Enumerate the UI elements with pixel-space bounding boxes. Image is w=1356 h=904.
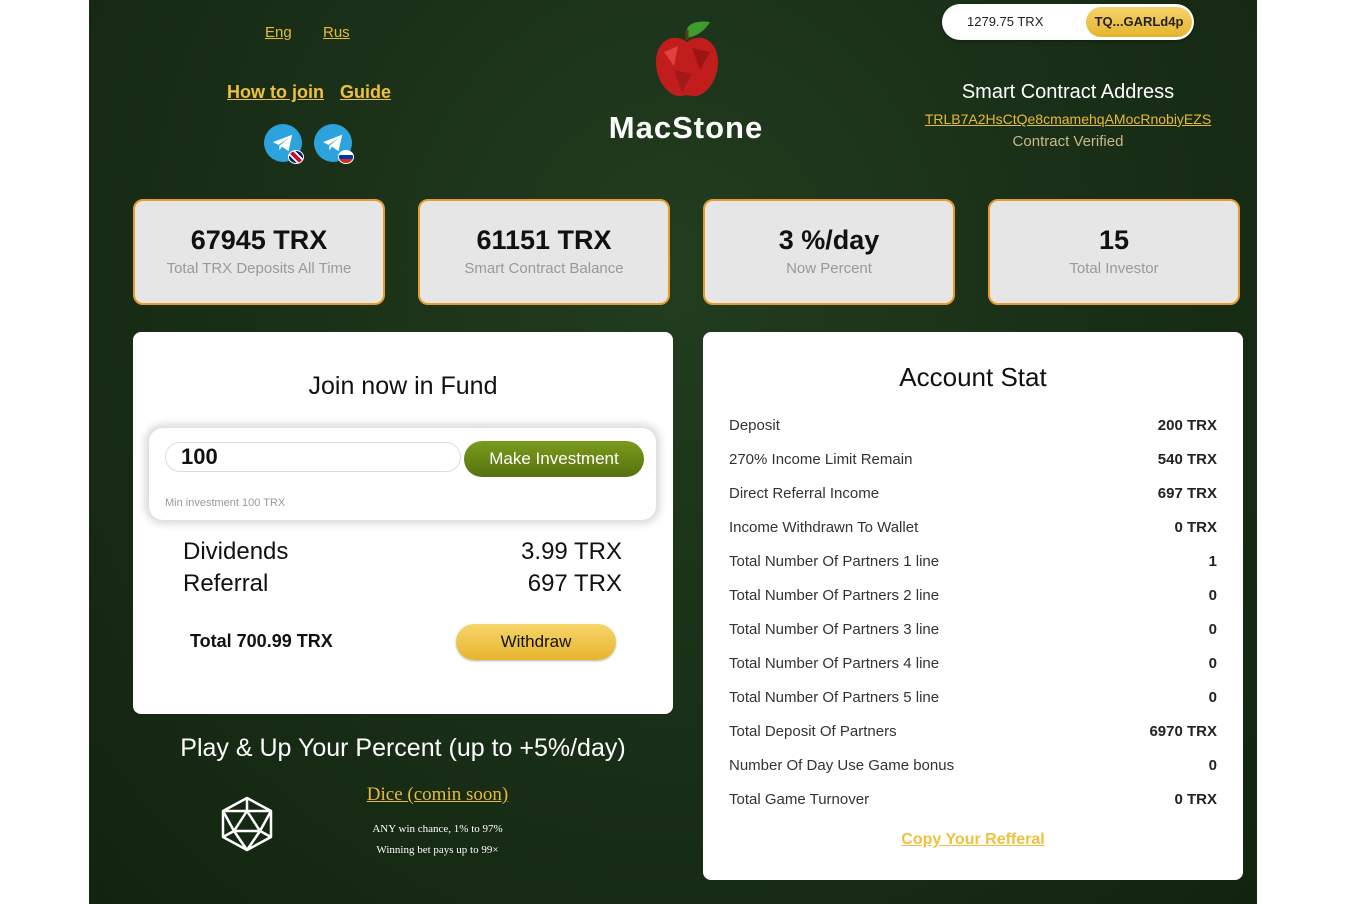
stat-card-investors: 15 Total Investor — [988, 199, 1240, 305]
investment-amount-input[interactable] — [165, 442, 461, 472]
wallet-pill[interactable]: 1279.75 TRX TQ...GARLd4p — [942, 4, 1194, 40]
account-row-label: Direct Referral Income — [729, 485, 880, 502]
account-row: Total Number Of Partners 3 line 0 — [729, 621, 1217, 645]
stat-label: Total TRX Deposits All Time — [166, 260, 352, 277]
account-row-label: Total Number Of Partners 2 line — [729, 587, 940, 604]
contract-title: Smart Contract Address — [961, 81, 1175, 103]
total-amount: Total 700.99 TRX — [190, 631, 333, 651]
dice-line-1: ANY win chance, 1% to 97% — [372, 823, 503, 835]
join-title: Join now in Fund — [308, 372, 498, 400]
account-stat-title: Account Stat — [899, 362, 1047, 392]
telegram-icon — [272, 134, 293, 152]
wallet-balance: 1279.75 TRX — [967, 14, 1044, 29]
account-row-label: Deposit — [729, 417, 780, 434]
stat-value: 3 %/day — [778, 225, 880, 255]
account-row-label: Total Number Of Partners 5 line — [729, 689, 940, 706]
stat-value: 15 — [1098, 225, 1130, 255]
account-row: Deposit 200 TRX — [729, 417, 1217, 441]
stat-label: Smart Contract Balance — [464, 260, 624, 277]
account-row-value: 540 TRX — [1157, 451, 1217, 468]
dividends-label: Dividends — [183, 538, 289, 565]
referral-value: 697 TRX — [527, 570, 622, 597]
account-row-value: 0 — [1208, 587, 1217, 604]
brand-title: MacStone — [608, 110, 764, 145]
referral-label: Referral — [183, 570, 269, 597]
contract-address-link[interactable]: TRLB7A2HsCtQe8cmamehqAMocRnobiyEZS — [925, 111, 1211, 127]
investment-box: Make Investment Min investment 100 TRX — [149, 428, 656, 520]
stat-value: 67945 TRX — [190, 225, 328, 255]
telegram-ru-button[interactable] — [314, 124, 354, 164]
account-row: Total Number Of Partners 1 line 1 — [729, 553, 1217, 577]
stat-card-balance: 61151 TRX Smart Contract Balance — [418, 199, 670, 305]
account-row-value: 0 — [1208, 689, 1217, 706]
stat-card-deposits: 67945 TRX Total TRX Deposits All Time — [133, 199, 385, 305]
telegram-icon — [322, 134, 343, 152]
copy-referral-link[interactable]: Copy Your Refferal — [901, 831, 1044, 848]
withdraw-button[interactable]: Withdraw — [456, 624, 616, 660]
account-row-label: Total Deposit Of Partners — [729, 723, 897, 740]
stat-label: Now Percent — [786, 260, 872, 277]
account-row: Total Deposit Of Partners 6970 TRX — [729, 723, 1217, 747]
stat-value: 61151 TRX — [476, 225, 612, 255]
dice-icon — [221, 796, 273, 852]
account-row-label: Total Number Of Partners 1 line — [729, 553, 940, 570]
account-row-label: Number Of Day Use Game bonus — [729, 757, 955, 774]
make-investment-button[interactable]: Make Investment — [464, 441, 644, 477]
account-row-value: 200 TRX — [1157, 417, 1217, 434]
account-row-value: 0 — [1208, 621, 1217, 638]
account-row: Total Game Turnover 0 TRX — [729, 791, 1217, 815]
account-row-value: 0 TRX — [1174, 519, 1217, 536]
account-row-label: Total Game Turnover — [729, 791, 870, 808]
lang-rus-link[interactable]: Rus — [323, 24, 350, 41]
uk-flag-icon — [288, 150, 304, 164]
account-row-label: Total Number Of Partners 4 line — [729, 655, 940, 672]
apple-logo-icon — [656, 21, 718, 97]
account-row-label: Income Withdrawn To Wallet — [729, 519, 919, 536]
account-row-label: 270% Income Limit Remain — [729, 451, 913, 468]
account-row: Total Number Of Partners 2 line 0 — [729, 587, 1217, 611]
contract-status: Contract Verified — [1012, 133, 1124, 150]
telegram-en-button[interactable] — [264, 124, 304, 164]
stat-card-percent: 3 %/day Now Percent — [703, 199, 955, 305]
account-row: Total Number Of Partners 5 line 0 — [729, 689, 1217, 713]
how-to-join-link[interactable]: How to join — [227, 82, 324, 103]
stat-label: Total Investor — [1069, 260, 1159, 277]
account-row-value: 697 TRX — [1157, 485, 1217, 502]
wallet-address-button[interactable]: TQ...GARLd4p — [1086, 7, 1192, 37]
guide-link[interactable]: Guide — [340, 82, 391, 103]
dice-link[interactable]: Dice (comin soon) — [367, 784, 508, 805]
dice-line-2: Winning bet pays up to 99× — [376, 844, 499, 856]
account-row-value: 1 — [1208, 553, 1217, 570]
account-row-value: 6970 TRX — [1149, 723, 1217, 740]
account-row-value: 0 — [1208, 757, 1217, 774]
play-title: Play & Up Your Percent (up to +5%/day) — [180, 734, 626, 762]
dividends-value: 3.99 TRX — [521, 538, 622, 565]
account-row: Total Number Of Partners 4 line 0 — [729, 655, 1217, 679]
account-row: Number Of Day Use Game bonus 0 — [729, 757, 1217, 781]
lang-eng-link[interactable]: Eng — [265, 24, 292, 41]
account-row-label: Total Number Of Partners 3 line — [729, 621, 940, 638]
account-row: 270% Income Limit Remain 540 TRX — [729, 451, 1217, 475]
account-row: Direct Referral Income 697 TRX — [729, 485, 1217, 509]
min-investment-note: Min investment 100 TRX — [165, 497, 286, 509]
account-row-value: 0 — [1208, 655, 1217, 672]
account-row-value: 0 TRX — [1174, 791, 1217, 808]
ru-flag-icon — [338, 150, 354, 164]
account-row: Income Withdrawn To Wallet 0 TRX — [729, 519, 1217, 543]
